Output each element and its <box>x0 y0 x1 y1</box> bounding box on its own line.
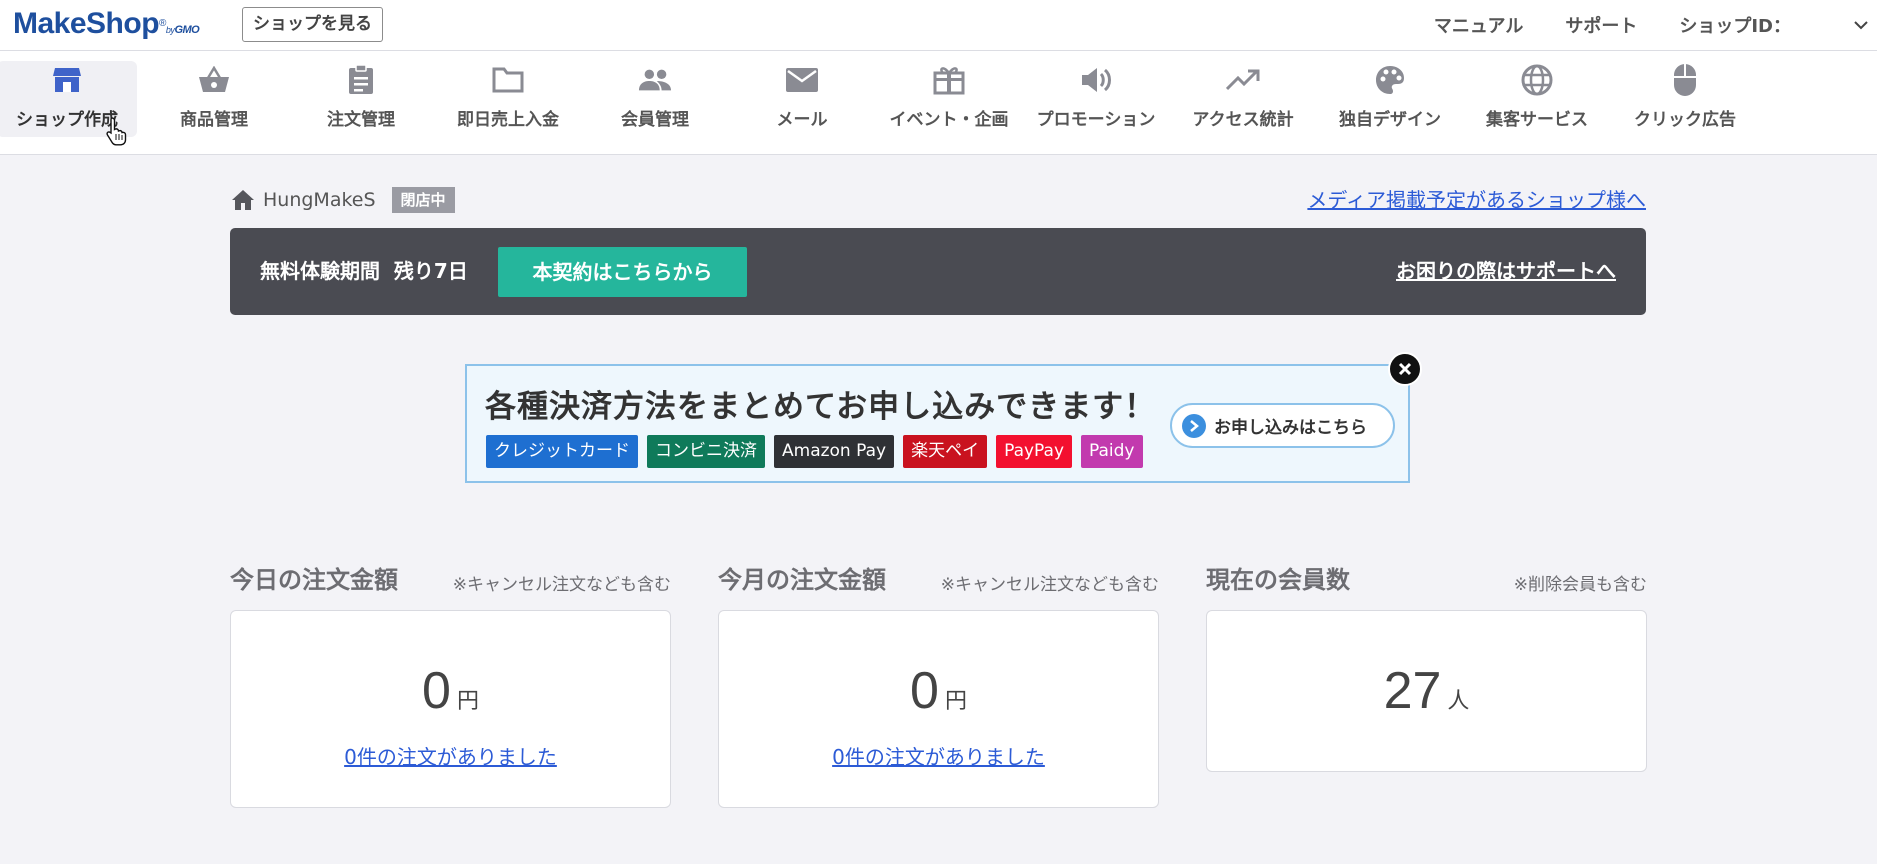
nav-label: 独自デザイン <box>1339 110 1441 130</box>
stat-members-header: 現在の会員数 ※削除会員も含む <box>1206 560 1647 595</box>
payment-chip-convenience-store: コンビニ決済 <box>647 435 765 468</box>
stat-note: ※キャンセル注文なども含む <box>940 575 1159 595</box>
top-header: MakeShop®byGMO ショップを見る マニュアル サポート ショップID… <box>0 0 1877 51</box>
nav-item-mail[interactable]: メール <box>732 61 872 137</box>
payment-chip-paidy: Paidy <box>1081 435 1143 468</box>
payment-methods-banner[interactable]: 各種決済方法をまとめてお申し込みできます！ クレジットカード コンビニ決済 Am… <box>465 352 1422 483</box>
stat-title: 現在の会員数 <box>1206 566 1350 594</box>
contract-button[interactable]: 本契約はこちらから <box>498 247 747 297</box>
payment-method-chips: クレジットカード コンビニ決済 Amazon Pay 楽天ペイ PayPay P… <box>486 435 1152 468</box>
payment-chip-paypay: PayPay <box>996 435 1073 468</box>
payment-chip-credit-card: クレジットカード <box>486 435 638 468</box>
makeshop-logo[interactable]: MakeShop®byGMO <box>13 7 200 47</box>
nav-label: 会員管理 <box>621 110 689 130</box>
nav-item-promotion[interactable]: プロモーション <box>1026 61 1166 137</box>
storefront-icon <box>50 63 84 97</box>
apply-button-label: お申し込みはこちら <box>1214 418 1367 438</box>
mail-icon <box>785 63 819 97</box>
chevron-down-icon[interactable] <box>1849 15 1873 35</box>
stat-card-today-orders: 0円 0件の注文がありました <box>230 610 671 808</box>
chevron-right-icon <box>1182 413 1206 438</box>
nav-label: メール <box>776 110 828 130</box>
breadcrumb: HungMakeS 閉店中 <box>231 186 455 214</box>
nav-item-events[interactable]: イベント・企画 <box>879 61 1019 137</box>
payment-chip-rakuten-pay: 楽天ペイ <box>903 435 988 468</box>
nav-label: 注文管理 <box>327 110 395 130</box>
nav-item-custom-design[interactable]: 独自デザイン <box>1320 61 1460 137</box>
view-shop-button[interactable]: ショップを見る <box>242 7 383 42</box>
people-icon <box>638 63 672 97</box>
stat-note: ※削除会員も含む <box>1513 575 1647 595</box>
nav-item-same-day-payout[interactable]: 即日売上入金 <box>438 61 578 137</box>
nav-label: アクセス統計 <box>1192 110 1294 130</box>
payment-banner-headline: 各種決済方法をまとめてお申し込みできます！ <box>485 389 1157 425</box>
nav-label: イベント・企画 <box>889 110 1009 130</box>
trial-banner: 無料体験期間 残り7日 本契約はこちらから お困りの際はサポートへ <box>230 228 1646 315</box>
manual-link[interactable]: マニュアル <box>1434 12 1523 38</box>
orders-count-link[interactable]: 0件の注文がありました <box>231 741 670 770</box>
stat-title: 今月の注文金額 <box>718 566 886 594</box>
trial-days-remaining: 無料体験期間 残り7日 <box>260 259 468 283</box>
status-badge: 閉店中 <box>391 187 455 213</box>
nav-item-orders[interactable]: 注文管理 <box>291 61 431 137</box>
shop-id-label[interactable]: ショップID： <box>1679 12 1791 38</box>
orders-count-link[interactable]: 0件の注文がありました <box>719 741 1158 770</box>
nav-label: ショップ作成 <box>16 110 118 130</box>
clipboard-icon <box>344 63 378 97</box>
hand-cursor-icon <box>106 116 128 146</box>
palette-icon <box>1373 63 1407 97</box>
shop-name: HungMakeS <box>263 189 376 211</box>
basket-icon <box>197 63 231 97</box>
globe-icon <box>1520 63 1554 97</box>
stat-card-month-orders: 0円 0件の注文がありました <box>718 610 1159 808</box>
nav-label: クリック広告 <box>1634 110 1736 130</box>
nav-item-products[interactable]: 商品管理 <box>144 61 284 137</box>
top-links: マニュアル サポート ショップID： <box>1434 0 1877 50</box>
nav-item-marketing[interactable]: 集客サービス <box>1467 61 1607 137</box>
stat-value: 27 人 <box>1383 662 1470 720</box>
close-icon[interactable] <box>1388 352 1422 386</box>
support-link[interactable]: サポート <box>1565 12 1637 38</box>
stat-month-header: 今月の注文金額 ※キャンセル注文なども含む <box>718 560 1159 595</box>
stat-title: 今日の注文金額 <box>230 566 398 594</box>
folder-icon <box>491 63 525 97</box>
apply-button[interactable]: お申し込みはこちら <box>1170 403 1395 448</box>
nav-item-members[interactable]: 会員管理 <box>585 61 725 137</box>
main-nav: ショップ作成 商品管理 注文管理 即日売上入金 会員管理 メール イベント・企画… <box>0 51 1877 155</box>
media-listing-link[interactable]: メディア掲載予定があるショップ様へ <box>1307 184 1646 213</box>
nav-label: 集客サービス <box>1486 110 1588 130</box>
speaker-icon <box>1079 63 1113 97</box>
mouse-icon <box>1668 63 1702 97</box>
stat-value: 0円 <box>422 662 479 720</box>
stat-value: 0円 <box>910 662 967 720</box>
stat-today-header: 今日の注文金額 ※キャンセル注文なども含む <box>230 560 671 595</box>
stat-card-member-count: 27 人 <box>1206 610 1647 772</box>
support-help-link[interactable]: お困りの際はサポートへ <box>1396 228 1616 315</box>
home-icon[interactable] <box>231 189 255 211</box>
trending-up-icon <box>1226 63 1260 97</box>
nav-item-click-ads[interactable]: クリック広告 <box>1615 61 1755 137</box>
payment-chip-amazon-pay: Amazon Pay <box>774 435 895 468</box>
gift-icon <box>932 63 966 97</box>
nav-label: 即日売上入金 <box>457 110 559 130</box>
nav-label: 商品管理 <box>180 110 248 130</box>
stat-note: ※キャンセル注文なども含む <box>452 575 671 595</box>
nav-item-access-stats[interactable]: アクセス統計 <box>1173 61 1313 137</box>
nav-label: プロモーション <box>1036 110 1156 130</box>
